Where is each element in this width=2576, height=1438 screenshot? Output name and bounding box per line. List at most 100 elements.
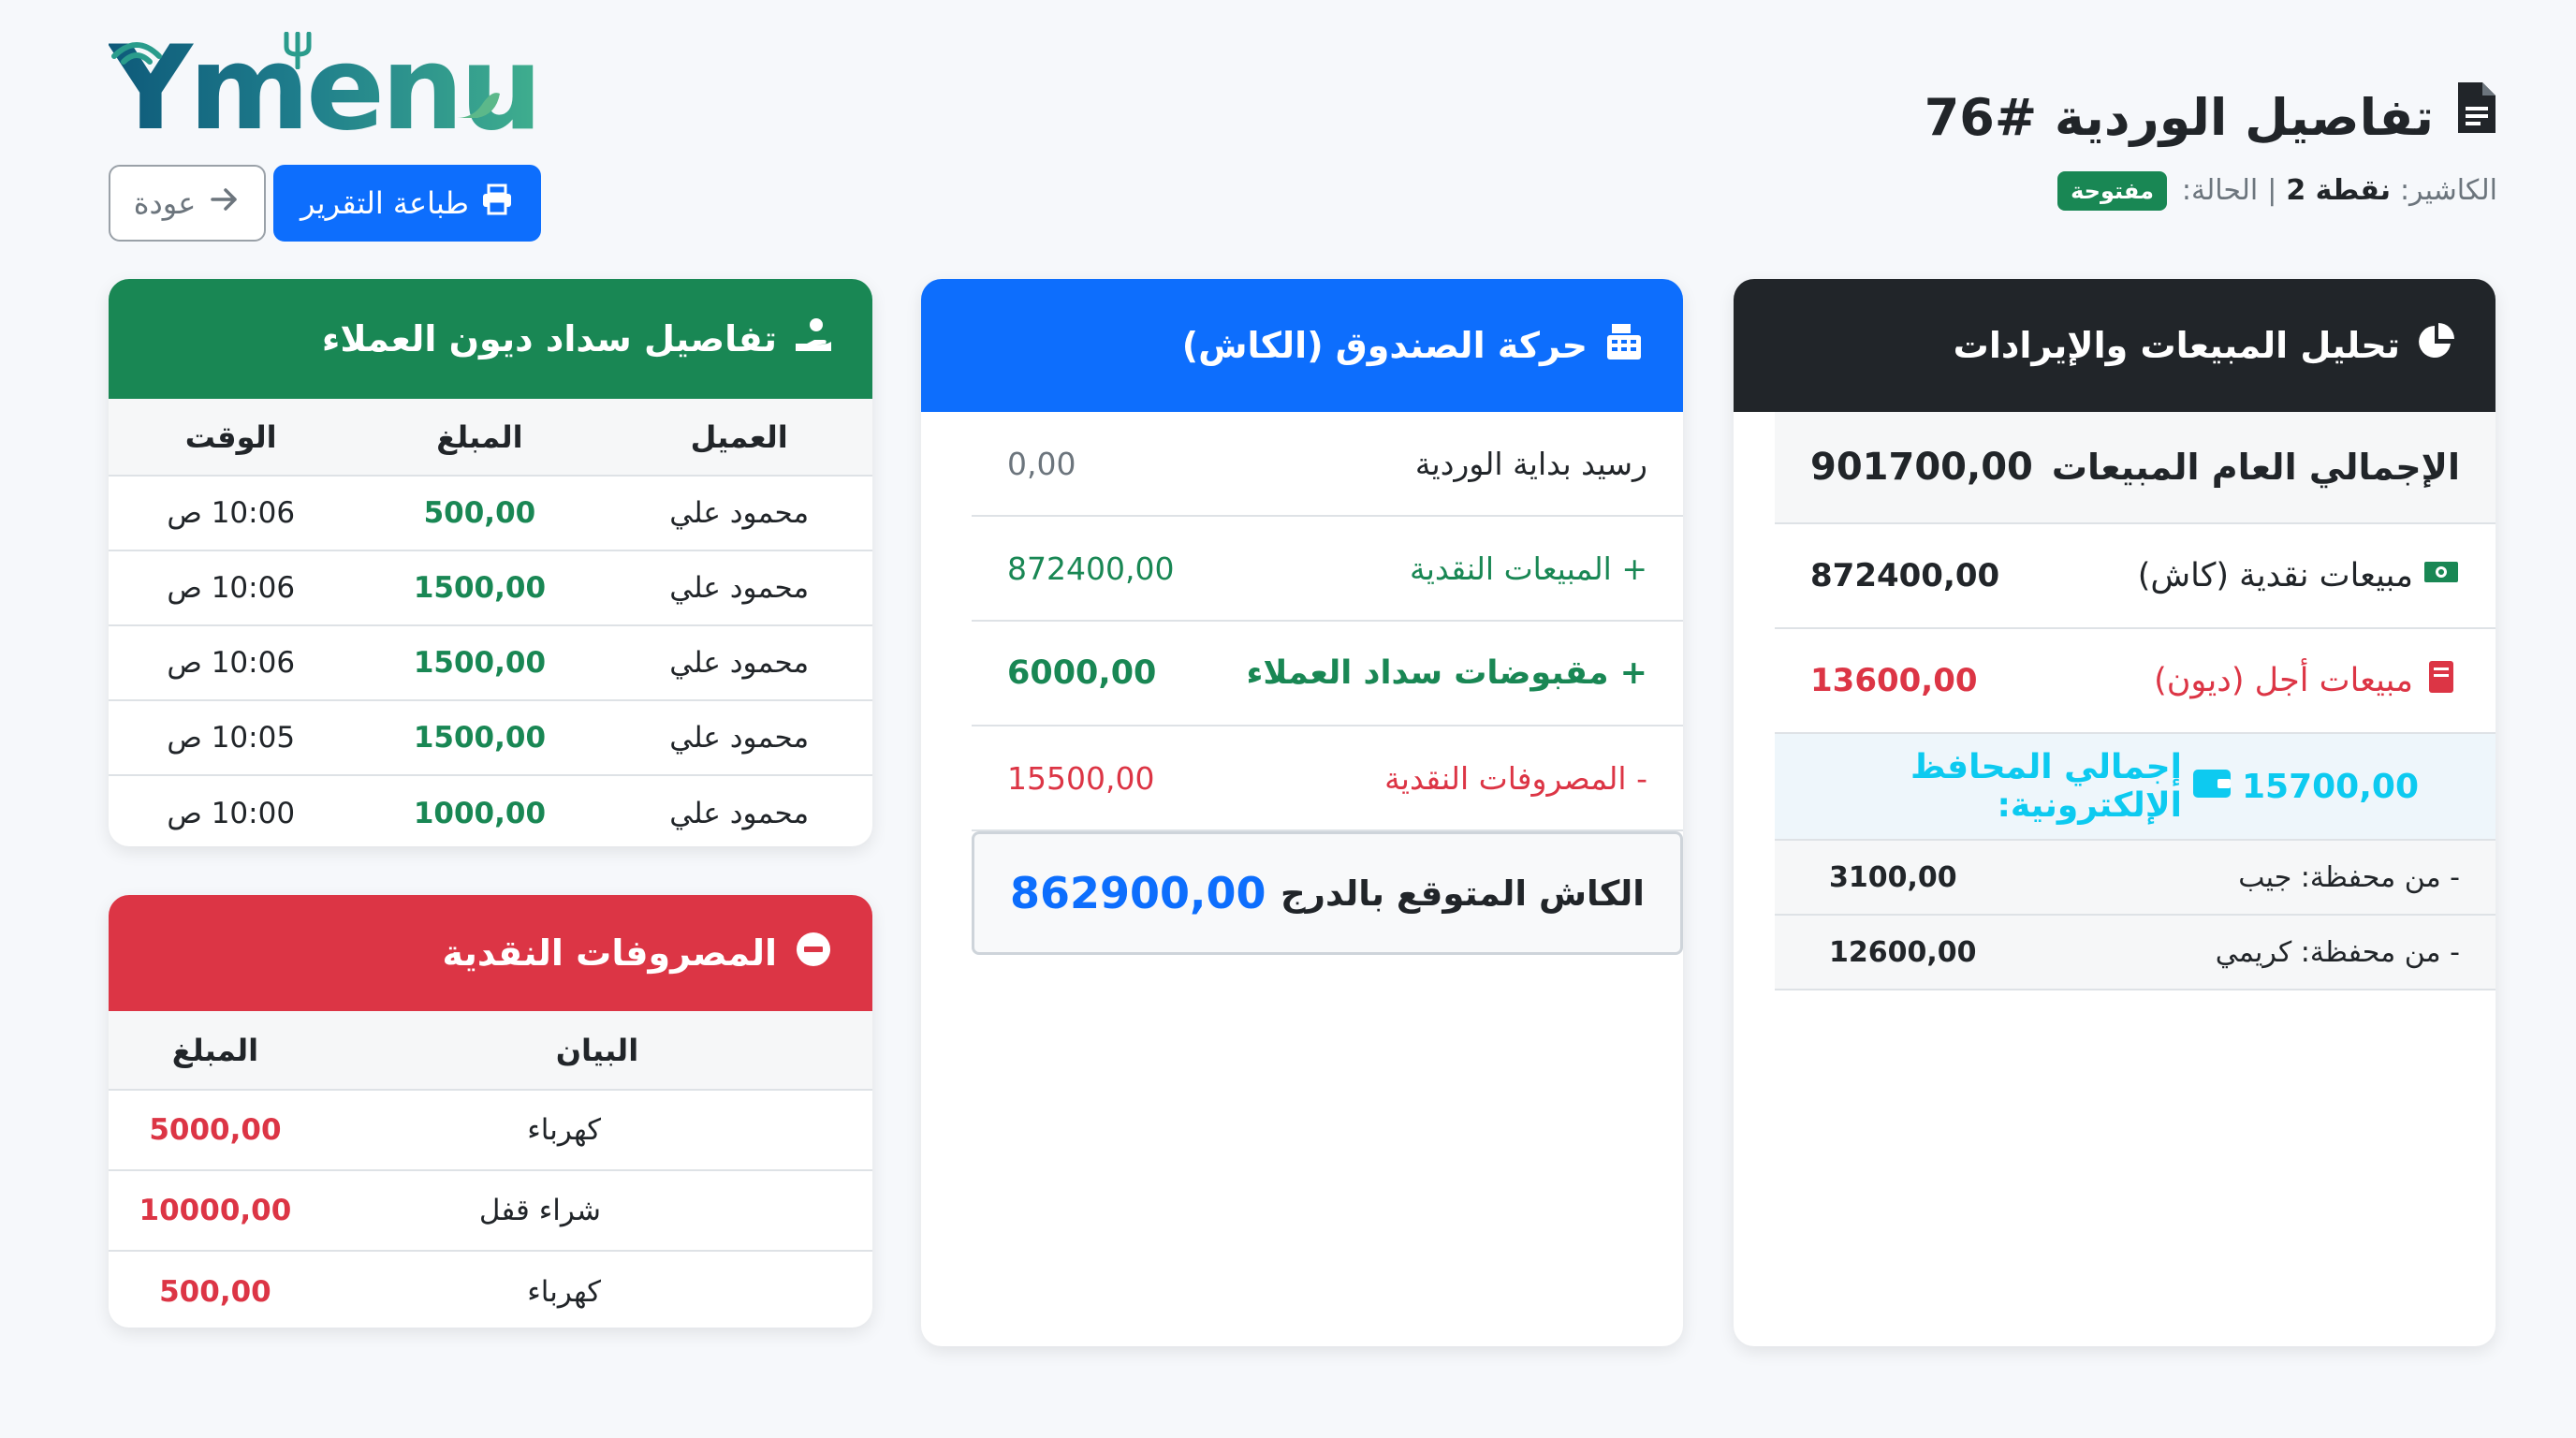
table-row: محمود علي 1000,00 10:00 ص [109,775,872,846]
wallet-row-label: - من محفظة: جيب [2238,860,2460,894]
banknote-icon [2422,553,2460,599]
cash-register-icon [1604,322,1644,370]
wallet-row-label: - من محفظة: كريمي [2215,935,2460,969]
sales-list: الإجمالي العام المبيعات 901700,00 مبيعات… [1775,412,2496,990]
minus-circle-icon [794,930,833,977]
column-header: الوقت [109,399,354,477]
client-cell: محمود علي [606,700,872,776]
cash-expenses-card: المصروفات النقدية البيان المبلغ كهرباء 5… [109,895,872,1328]
print-button-label: طباعة التقرير [300,185,469,221]
debts-card-title: تفاصيل سداد ديون العملاء [321,318,777,360]
cash-row-value: 872400,00 [1007,550,1175,587]
credit-sales-row: مبيعات أجل (ديون) 13600,00 [1775,629,2496,734]
cash-expenses-row: - المصروفات النقدية 15500,00 [972,726,1683,831]
cash-row-label: + المبيعات النقدية [1410,550,1647,587]
expected-cash-value: 862900,00 [1010,868,1266,918]
print-report-button[interactable]: طباعة التقرير [273,165,541,242]
table-header-row: العميل المبلغ الوقت [109,399,872,477]
cash-sales-row: + المبيعات النقدية 872400,00 [972,517,1683,622]
meta-separator: | [2267,174,2277,207]
cash-sales-label: مبيعات نقدية (كاش) [2137,557,2413,594]
client-cell: محمود علي [606,550,872,626]
cash-sales-row: مبيعات نقدية (كاش) 872400,00 [1775,524,2496,629]
cash-movement-card: حركة الصندوق (الكاش) رسيد بداية الوردية … [921,279,1683,1346]
table-row: كهرباء 5000,00 [109,1090,872,1171]
status-badge: مفتوحة [2057,171,2167,211]
column-header: المبلغ [109,1011,322,1091]
column-header: العميل [606,399,872,477]
cash-card-header: حركة الصندوق (الكاش) [921,279,1683,412]
expenses-table: البيان المبلغ كهرباء 5000,00 شراء قفل 10… [109,1011,872,1328]
sales-card-title: تحليل المبيعات والإيرادات [1953,325,2400,366]
credit-sales-label: مبيعات أجل (ديون) [2154,662,2413,699]
cash-row-value: 6000,00 [1007,654,1157,692]
leaf-icon [457,93,500,118]
back-button-label: عودة [133,185,197,221]
cash-sales-value: 872400,00 [1810,557,2000,594]
page-title: تفاصيل الوردية #76 [1655,79,2497,157]
time-cell: 10:06 ص [109,550,354,626]
debt-payments-card: تفاصيل سداد ديون العملاء العميل المبلغ ا… [109,279,872,846]
time-cell: 10:06 ص [109,625,354,701]
fork-icon [284,32,312,69]
cash-row-value: 0,00 [1007,445,1076,482]
description-cell: كهرباء [321,1090,872,1171]
wallet-row-value: 12600,00 [1829,935,1977,969]
sales-card-header: تحليل المبيعات والإيرادات [1734,279,2496,412]
table-row: محمود علي 1500,00 10:05 ص [109,700,872,776]
total-sales-value: 901700,00 [1810,446,2033,489]
table-row: كهرباء 500,00 [109,1251,872,1328]
shift-header: تفاصيل الوردية #76 الكاشير: نقطة 2 | الح… [1655,79,2497,212]
description-cell: شراء قفل [321,1170,872,1252]
amount-cell: 500,00 [353,476,607,551]
amount-cell: 1000,00 [413,796,547,830]
total-sales-row: الإجمالي العام المبيعات 901700,00 [1775,412,2496,524]
back-button[interactable]: عودة [109,165,266,242]
cashier-label: الكاشير: [2399,174,2497,207]
expected-cash-box: الكاش المتوقع بالدرج 862900,00 [972,831,1683,955]
logo-text: Ymenu [109,22,543,156]
column-header: البيان [321,1011,872,1091]
status-label: الحالة: [2181,174,2259,207]
debts-table: العميل المبلغ الوقت محمود علي 500,00 10:… [109,399,872,846]
description-cell: كهرباء [527,1274,601,1309]
wifi-icon [111,42,162,65]
client-cell: محمود علي [606,625,872,701]
time-cell: 10:00 ص [167,796,296,830]
wallet-row: - من محفظة: كريمي 12600,00 [1775,916,2496,990]
expenses-card-title: المصروفات النقدية [442,932,777,974]
table-row: محمود علي 1500,00 10:06 ص [109,550,872,626]
client-cell: محمود علي [669,796,810,830]
amount-cell: 5000,00 [109,1090,322,1171]
wallets-total-label: إجمالي المحافظ الإلكترونية: [1910,748,2182,825]
hand-coin-icon [794,315,833,363]
ymenu-logo: Ymenu [109,28,543,150]
wallets-total-row: 15700,00 إجمالي المحافظ الإلكترونية: [1775,734,2496,841]
wallet-row: - من محفظة: جيب 3100,00 [1775,841,2496,916]
client-cell: محمود علي [606,476,872,551]
wallet-row-value: 3100,00 [1829,860,1957,894]
page-root: Ymenu تفاصيل الوردية #76 الكاشير: نقطة 2… [0,0,2576,1438]
cash-row-label: + مقبوضات سداد العملاء [1246,654,1647,692]
table-row: محمود علي 500,00 10:06 ص [109,476,872,551]
time-cell: 10:06 ص [109,476,354,551]
opening-balance-row: رسيد بداية الوردية 0,00 [972,412,1683,517]
printer-icon [480,183,514,224]
wallets-total-value: 15700,00 [2241,767,2419,806]
time-cell: 10:05 ص [109,700,354,776]
page-title-text: تفاصيل الوردية #76 [1924,88,2434,147]
cashier-name: نقطة 2 [2286,174,2391,207]
cash-row-label: - المصروفات النقدية [1384,759,1647,797]
amount-cell: 1500,00 [353,700,607,776]
amount-cell: 1500,00 [353,550,607,626]
cash-card-title: حركة الصندوق (الكاش) [1181,325,1588,366]
table-row: شراء قفل 10000,00 [109,1170,872,1252]
customer-payments-row: + مقبوضات سداد العملاء 6000,00 [972,622,1683,726]
wallet-icon [2191,764,2232,810]
column-header: المبلغ [353,399,607,477]
amount-cell: 10000,00 [109,1170,322,1252]
ledger-icon [2422,658,2460,704]
sales-analysis-card: تحليل المبيعات والإيرادات الإجمالي العام… [1734,279,2496,1346]
debts-card-header: تفاصيل سداد ديون العملاء [109,279,872,399]
expected-cash-label: الكاش المتوقع بالدرج [1280,873,1645,914]
